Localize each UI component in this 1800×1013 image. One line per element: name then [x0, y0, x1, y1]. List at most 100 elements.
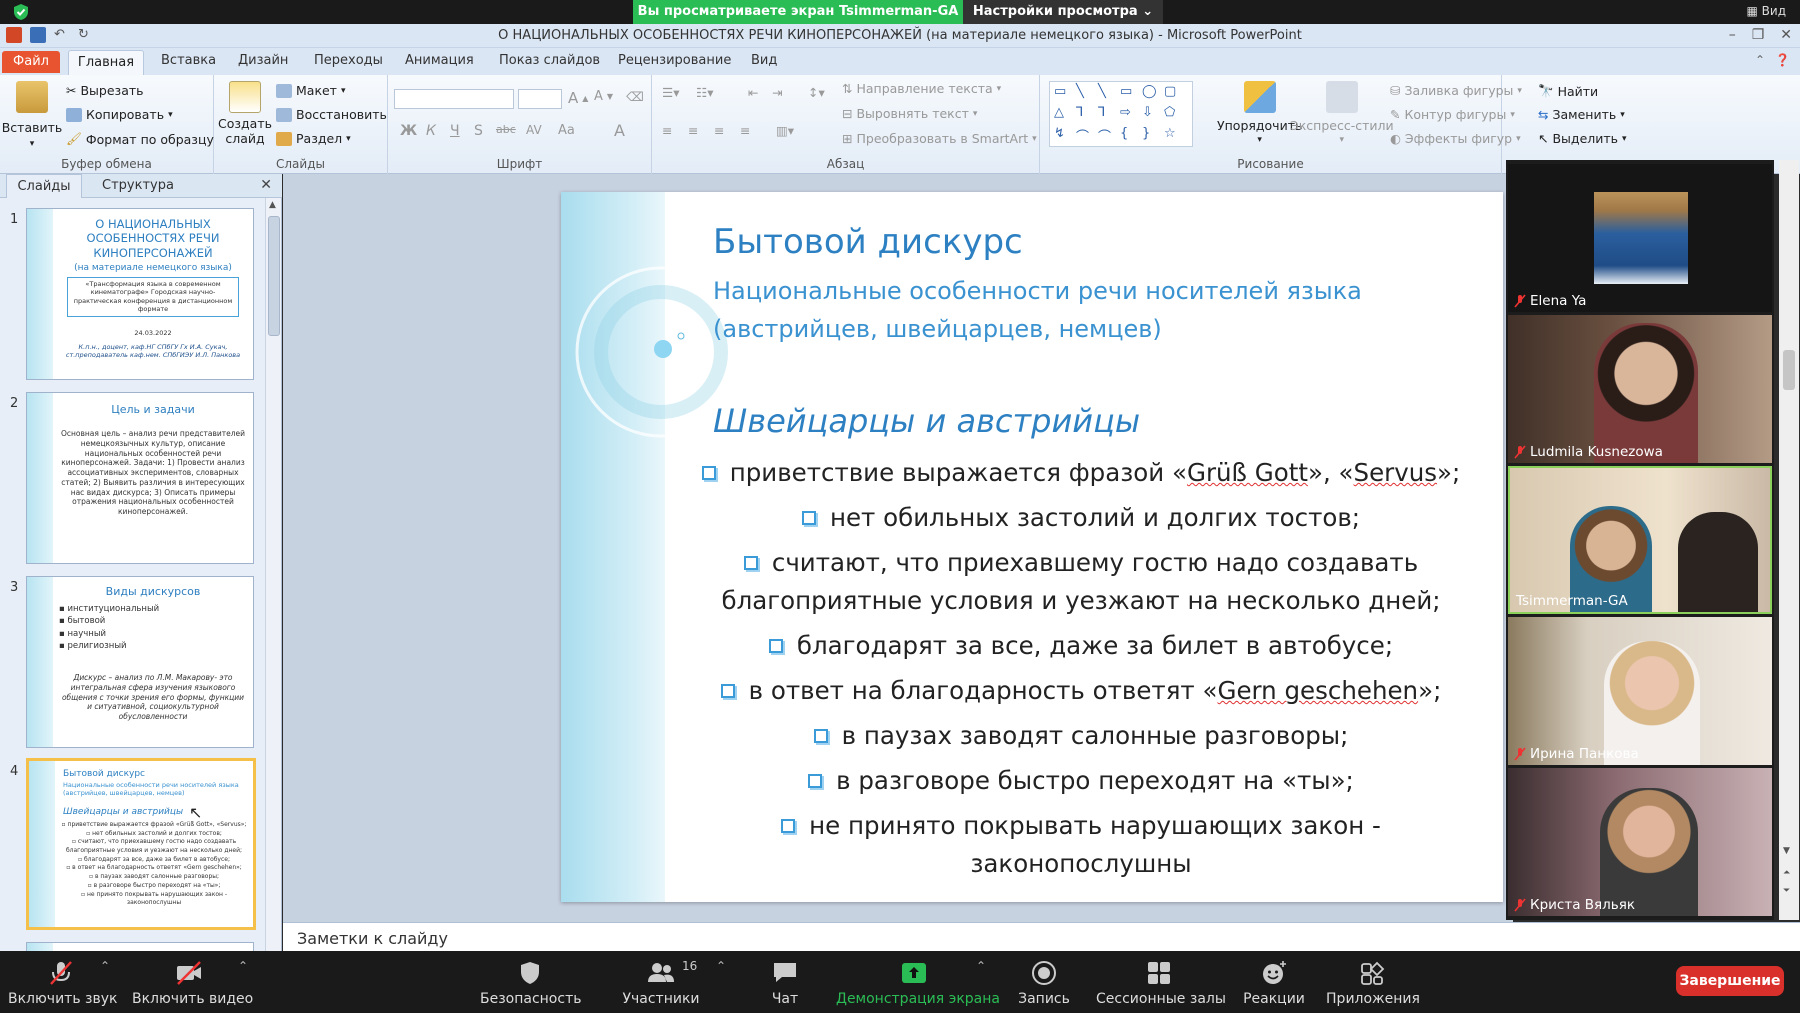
chevron-up-icon[interactable]: ⌃: [100, 959, 110, 973]
tab-review[interactable]: Рецензирование: [618, 53, 731, 68]
arc-shape-icon[interactable]: ⌒: [1098, 126, 1111, 145]
align-right-icon[interactable]: ≡: [714, 123, 724, 138]
tab-insert[interactable]: Вставка: [161, 53, 216, 68]
align-text-button[interactable]: ⊟ Выровнять текст ▾: [842, 106, 977, 121]
line-shape-icon[interactable]: ╲: [1098, 84, 1106, 99]
apps-button[interactable]: Приложения: [1326, 951, 1420, 1013]
chat-button[interactable]: Чат: [750, 951, 820, 1013]
spacing-button[interactable]: AV: [526, 123, 542, 137]
video-tile-5[interactable]: Криста Вяльяк: [1508, 768, 1772, 916]
slide-thumbnail-4[interactable]: Бытовой дискурс Национальные особенности…: [26, 758, 256, 930]
section-button[interactable]: Раздел ▾: [276, 131, 351, 146]
arrow-right-shape-icon[interactable]: ⇨: [1120, 105, 1131, 120]
view-options-button[interactable]: Настройки просмотра ⌄: [963, 0, 1163, 24]
font-color-button[interactable]: A: [614, 121, 625, 140]
line-shape-icon[interactable]: ╲: [1076, 84, 1084, 99]
align-center-icon[interactable]: ≡: [688, 123, 698, 138]
current-slide[interactable]: Бытовой дискурс Национальные особенности…: [561, 192, 1503, 902]
close-icon[interactable]: ✕: [260, 177, 272, 193]
strikethrough-button[interactable]: abc: [496, 123, 516, 136]
curve-shape-icon[interactable]: ⌒: [1076, 126, 1089, 145]
arrow-down-shape-icon[interactable]: ⇩: [1142, 105, 1153, 120]
bullets-icon[interactable]: ☰▾: [662, 85, 679, 100]
video-tile-1[interactable]: Elena Ya: [1508, 164, 1772, 312]
share-screen-button[interactable]: Демонстрация экрана: [836, 951, 1000, 1013]
tab-slides[interactable]: Слайды: [6, 174, 82, 198]
bold-button[interactable]: Ж: [400, 123, 417, 139]
tab-file[interactable]: Файл: [2, 51, 60, 73]
copy-button[interactable]: Копировать ▾: [66, 107, 173, 122]
scroll-down-icon[interactable]: ▼: [1783, 846, 1790, 856]
rectangle-shape-icon[interactable]: ▭: [1120, 84, 1132, 99]
scrollbar-thumb[interactable]: [268, 216, 280, 336]
font-size-select[interactable]: [518, 89, 562, 109]
reset-button[interactable]: Восстановить: [276, 107, 387, 122]
select-button[interactable]: ↖ Выделить ▾: [1538, 131, 1627, 146]
shrink-font-button[interactable]: A ▼: [594, 89, 613, 104]
shape-icon[interactable]: ⬠: [1164, 105, 1175, 120]
new-slide-button[interactable]: Создать слайд: [218, 81, 272, 146]
font-name-select[interactable]: [394, 89, 514, 109]
start-video-button[interactable]: Включить видео: [132, 951, 253, 1013]
star-shape-icon[interactable]: ☆: [1164, 126, 1176, 141]
format-painter-button[interactable]: 🖌 Формат по образцу: [66, 131, 214, 147]
slide-thumbnail-1[interactable]: О НАЦИОНАЛЬНЫХ ОСОБЕННОСТЯХ РЕЧИ КИНОПЕР…: [26, 208, 254, 380]
scroll-up-icon[interactable]: ▲: [269, 200, 276, 210]
tab-home[interactable]: Главная: [68, 50, 144, 75]
grow-font-button[interactable]: A ▲: [568, 89, 588, 107]
workspace-scrollbar[interactable]: ▼ ⏶ ⏷: [1779, 160, 1799, 920]
connector-shape-icon[interactable]: ⅂: [1098, 105, 1105, 120]
notes-pane[interactable]: Заметки к слайду: [283, 922, 1800, 951]
text-direction-button[interactable]: ⇅ Направление текста ▾: [842, 81, 1001, 96]
smartart-button[interactable]: ⊞ Преобразовать в SmartArt ▾: [842, 131, 1037, 146]
change-case-button[interactable]: Aa: [558, 123, 575, 138]
underline-button[interactable]: Ч: [450, 123, 460, 139]
minimize-icon[interactable]: –: [1729, 27, 1736, 43]
chevron-up-icon[interactable]: ⌃: [976, 959, 986, 973]
close-icon[interactable]: ✕: [1780, 27, 1792, 43]
indent-icon[interactable]: ⇥: [772, 85, 782, 100]
unmute-button[interactable]: Включить звук: [8, 951, 117, 1013]
tab-slideshow[interactable]: Показ слайдов: [499, 53, 600, 68]
cut-button[interactable]: ✂ Вырезать: [66, 83, 144, 98]
numbering-icon[interactable]: ☷▾: [696, 85, 713, 100]
video-tile-2[interactable]: Ludmila Kusnezowa: [1508, 315, 1772, 463]
clear-format-icon[interactable]: ⌫: [626, 89, 644, 104]
reactions-button[interactable]: Реакции: [1234, 951, 1314, 1013]
layout-button[interactable]: Макет ▾: [276, 83, 346, 98]
brace-shape-icon[interactable]: {: [1120, 126, 1128, 141]
triangle-shape-icon[interactable]: △: [1054, 105, 1064, 120]
restore-icon[interactable]: ❐: [1752, 27, 1765, 43]
oval-shape-icon[interactable]: ◯: [1142, 84, 1157, 99]
scrollbar-thumb[interactable]: [1783, 350, 1795, 390]
shape-outline-button[interactable]: ✎ Контур фигуры ▾: [1390, 107, 1515, 122]
shadow-button[interactable]: S: [474, 123, 483, 139]
breakout-rooms-button[interactable]: Сессионные залы: [1096, 951, 1226, 1013]
slide-thumbnail-3[interactable]: Виды дискурсов ▪ институциональный ▪ быт…: [26, 576, 254, 748]
quick-styles-button[interactable]: Экспресс-стили ▾: [1290, 81, 1394, 145]
chevron-up-icon[interactable]: ⌃: [1755, 53, 1765, 67]
paste-button[interactable]: Вставить ▾: [2, 81, 62, 149]
tab-view[interactable]: Вид: [751, 53, 777, 68]
freeform-shape-icon[interactable]: ↯: [1054, 126, 1065, 141]
tab-outline[interactable]: Структура: [102, 178, 174, 193]
chevron-up-icon[interactable]: ⌃: [716, 959, 726, 973]
connector-shape-icon[interactable]: ⅂: [1076, 105, 1083, 120]
tab-design[interactable]: Дизайн: [238, 53, 288, 68]
video-tile-3-active-speaker[interactable]: Tsimmerman-GA: [1508, 466, 1772, 614]
tab-transitions[interactable]: Переходы: [314, 53, 383, 68]
prev-slide-icon[interactable]: ⏶: [1783, 868, 1790, 878]
video-tile-4[interactable]: Ирина Панкова: [1508, 617, 1772, 765]
next-slide-icon[interactable]: ⏷: [1783, 886, 1790, 896]
rounded-rect-shape-icon[interactable]: ▢: [1164, 84, 1176, 99]
slide-thumbnail-2[interactable]: Цель и задачи Основная цель – анализ реч…: [26, 392, 254, 564]
panel-scrollbar[interactable]: ▲: [265, 198, 281, 951]
align-left-icon[interactable]: ≡: [662, 123, 672, 138]
columns-icon[interactable]: ▥▾: [776, 123, 794, 138]
help-icon[interactable]: ❓: [1775, 53, 1790, 67]
italic-button[interactable]: К: [426, 123, 436, 139]
replace-button[interactable]: ⇆ Заменить ▾: [1538, 107, 1625, 122]
tab-animations[interactable]: Анимация: [405, 53, 474, 68]
end-meeting-button[interactable]: Завершение: [1676, 966, 1784, 996]
view-menu-button[interactable]: ▦ Вид: [1747, 4, 1786, 18]
